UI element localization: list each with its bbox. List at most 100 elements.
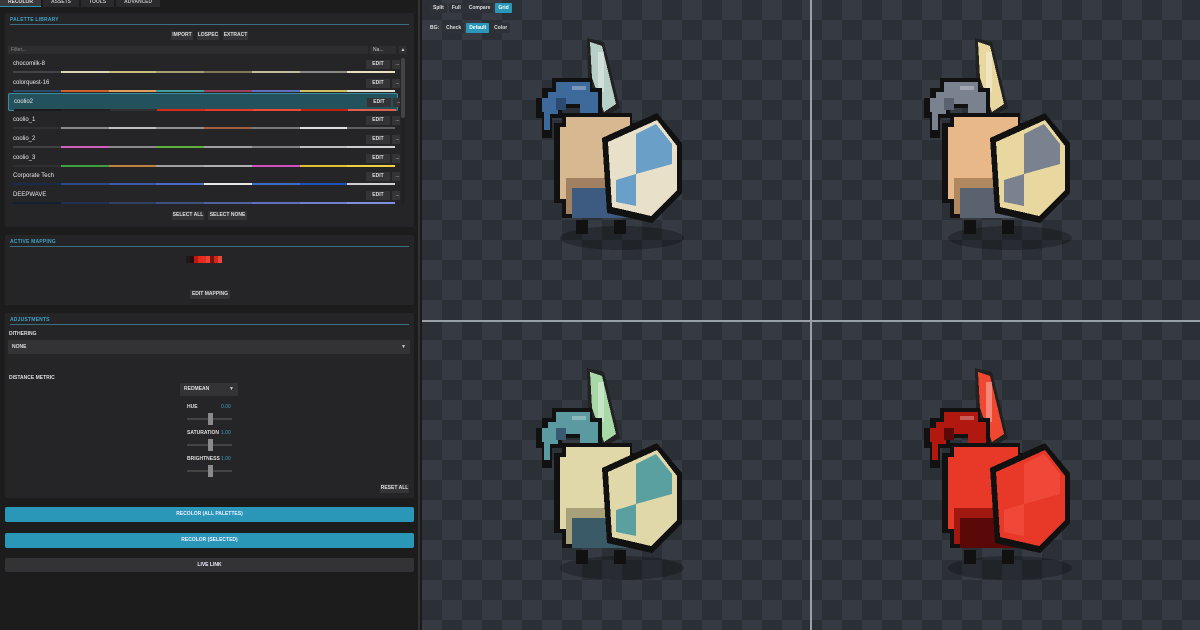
filter-input[interactable]: Filter...	[8, 46, 368, 54]
mode-compare-button[interactable]: Compare	[465, 3, 494, 13]
palette-swatch	[204, 183, 252, 186]
palette-swatch	[204, 145, 252, 148]
recolor-selected-button[interactable]: RECOLOR (SELECTED)	[5, 533, 414, 548]
select-none-button[interactable]: SELECT NONE	[208, 211, 247, 220]
slider-label: SATURATION	[187, 430, 220, 436]
tab-tools[interactable]: TOOLS	[81, 0, 115, 7]
section-title: ACTIVE MAPPING	[10, 239, 56, 245]
bg-default-button[interactable]: Default	[466, 23, 490, 33]
palette-swatch	[204, 164, 252, 167]
palette-swatch	[109, 109, 158, 112]
palette-row[interactable]: chocomilk-8 EDIT ...	[8, 56, 400, 74]
chevron-down-icon: ▼	[401, 344, 406, 350]
palette-swatch	[13, 127, 61, 130]
palette-name: coolio2	[14, 99, 34, 106]
bg-color-button[interactable]: Color	[491, 23, 511, 33]
edit-palette-button[interactable]: EDIT	[367, 98, 391, 108]
edit-palette-button[interactable]: EDIT	[366, 190, 390, 200]
more-options-button[interactable]: ...	[392, 78, 400, 88]
tab-recolor[interactable]: RECOLOR	[0, 0, 41, 7]
bg-label: BG:	[430, 25, 440, 31]
palette-row[interactable]: coolio_1 EDIT ...	[8, 112, 400, 130]
palette-swatch	[251, 71, 300, 73]
palette-swatch	[251, 145, 300, 148]
palette-swatch	[204, 127, 252, 130]
extract-button[interactable]: EXTRACT	[223, 31, 248, 40]
palette-row[interactable]: DEEPWAVE EDIT ...	[8, 187, 400, 204]
palette-swatch	[204, 71, 252, 73]
palette-row[interactable]: Corporate Tech EDIT ...	[8, 168, 400, 186]
more-options-button[interactable]: ...	[392, 134, 400, 144]
palette-swatch	[60, 127, 109, 130]
palette-swatch	[299, 127, 348, 130]
palette-color-strip	[13, 71, 395, 73]
edit-palette-button[interactable]: EDIT	[366, 60, 390, 69]
palette-swatch	[108, 71, 157, 73]
edit-palette-button[interactable]: EDIT	[366, 153, 390, 163]
sort-direction-button[interactable]: ▲	[399, 46, 407, 54]
slider-thumb[interactable]	[207, 439, 213, 451]
sort-select[interactable]: Na...	[370, 46, 396, 54]
section-title: PALETTE LIBRARY	[10, 17, 59, 23]
bg-check-button[interactable]: Check	[443, 23, 465, 33]
more-options-button[interactable]: ...	[392, 116, 400, 126]
more-options-button[interactable]: ...	[393, 98, 400, 108]
slider-value: 1.00	[221, 430, 231, 436]
palette-color-strip	[13, 164, 395, 167]
preview-viewer[interactable]: Split Full Compare Grid BG: Check Defaul…	[422, 0, 1200, 630]
edit-palette-button[interactable]: EDIT	[366, 78, 390, 88]
edit-palette-button[interactable]: EDIT	[366, 172, 390, 182]
more-options-button[interactable]: ...	[392, 60, 400, 69]
live-link-button[interactable]: LIVE LINK	[5, 558, 414, 572]
palette-row[interactable]: colorquest-16 EDIT ...	[8, 75, 400, 93]
select-all-button[interactable]: SELECT ALL	[172, 211, 204, 220]
palette-name: coolio_1	[13, 117, 36, 124]
slider-label: BRIGHTNESS	[187, 456, 220, 462]
mode-grid-button[interactable]: Grid	[495, 3, 512, 13]
tab-assets[interactable]: ASSETS	[43, 0, 80, 7]
palette-swatch	[300, 109, 349, 112]
recolor-all-button[interactable]: RECOLOR (ALL PALETTES)	[5, 507, 414, 522]
sprite-preview-greens	[532, 368, 702, 590]
mapping-swatch	[218, 256, 222, 263]
more-options-button[interactable]: ...	[392, 172, 400, 182]
distance-metric-select[interactable]: REDMEAN ▼	[180, 383, 238, 396]
mode-full-button[interactable]: Full	[448, 3, 464, 13]
palette-swatch	[156, 183, 204, 186]
divider	[10, 246, 409, 247]
palette-row[interactable]: coolio_2 EDIT ...	[8, 131, 400, 149]
dithering-value: NONE	[12, 344, 27, 350]
palette-swatch	[204, 201, 252, 204]
palette-row[interactable]: coolio2 EDIT ...	[8, 93, 400, 112]
lospec-button[interactable]: LOSPEC	[197, 31, 219, 40]
palette-swatch	[299, 71, 348, 73]
palette-swatch	[108, 183, 157, 186]
slider-thumb[interactable]	[207, 413, 213, 425]
more-options-button[interactable]: ...	[392, 190, 400, 200]
import-button[interactable]: IMPORT	[171, 31, 193, 40]
mode-split-button[interactable]: Split	[430, 3, 447, 13]
palette-row[interactable]: coolio_3 EDIT ...	[8, 150, 400, 168]
grid-divider-vertical	[810, 0, 812, 630]
slider-thumb[interactable]	[207, 465, 213, 477]
edit-palette-button[interactable]: EDIT	[366, 134, 390, 144]
slider-label: HUE	[187, 404, 198, 410]
tab-bar: RECOLOR ASSETS TOOLS ADVANCED	[0, 0, 161, 7]
palette-swatch	[108, 89, 157, 92]
palette-name: coolio_3	[13, 154, 36, 161]
tab-advanced[interactable]: ADVANCED	[116, 0, 161, 7]
palette-swatch	[299, 201, 348, 204]
palette-swatch	[108, 145, 157, 148]
palette-swatch	[60, 145, 109, 148]
slider-value: 1.00	[221, 456, 231, 462]
palette-swatch	[156, 164, 204, 167]
more-options-button[interactable]: ...	[392, 153, 400, 163]
palette-swatch	[60, 183, 109, 186]
scrollbar-thumb[interactable]	[401, 58, 405, 118]
edit-palette-button[interactable]: EDIT	[366, 116, 390, 126]
chevron-down-icon: ▼	[229, 386, 234, 392]
reset-all-button[interactable]: RESET ALL	[380, 484, 409, 493]
palette-swatch	[13, 201, 61, 204]
dithering-select[interactable]: NONE ▼	[8, 340, 410, 354]
edit-mapping-button[interactable]: EDIT MAPPING	[190, 290, 230, 299]
